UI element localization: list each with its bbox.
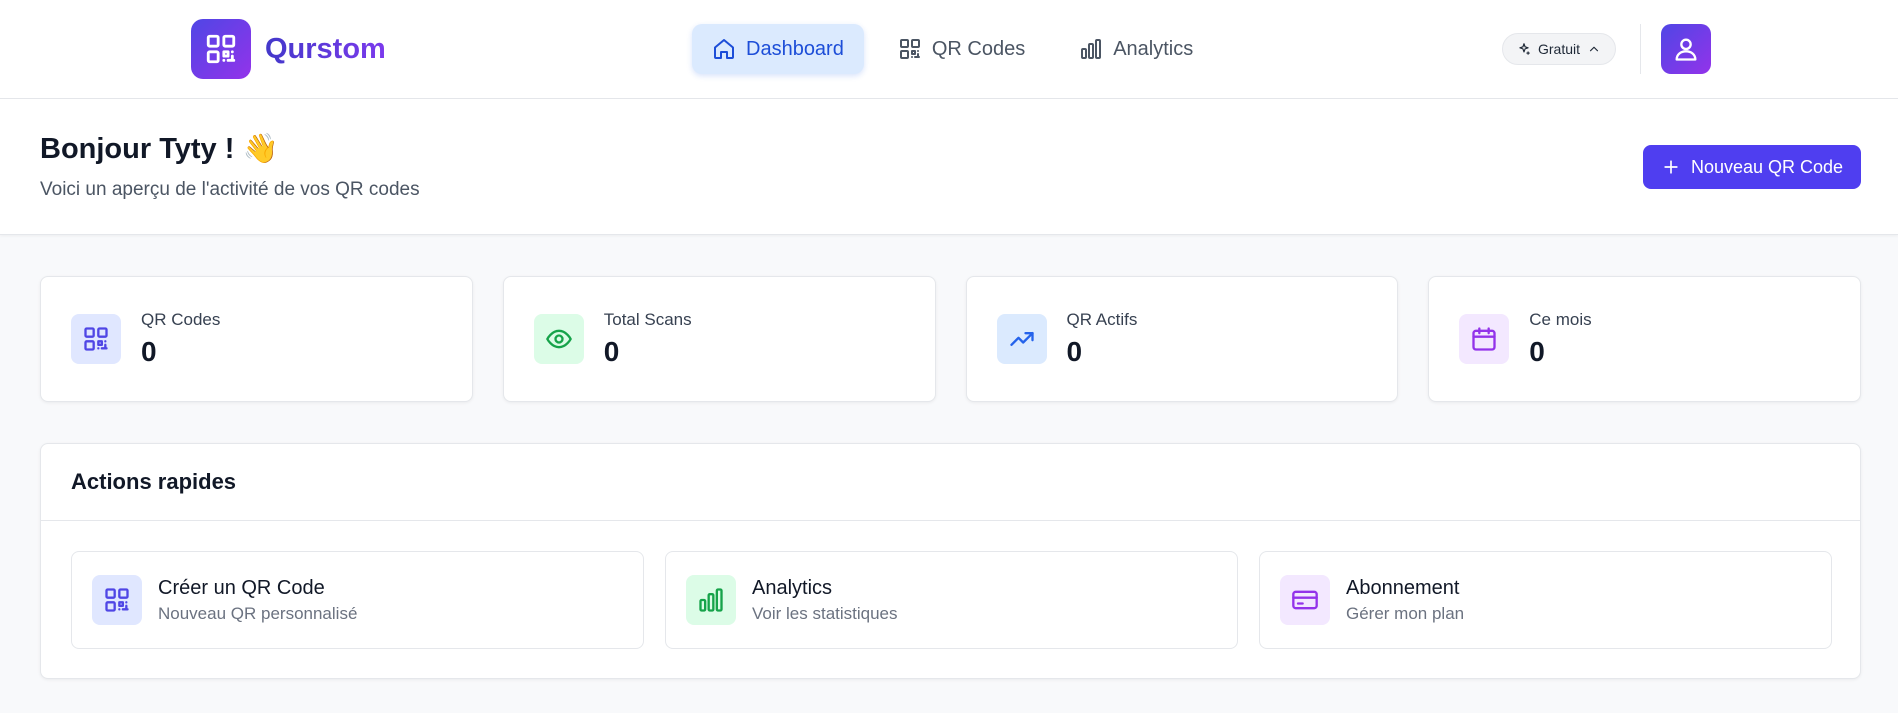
- new-qr-code-label: Nouveau QR Code: [1690, 156, 1844, 177]
- stat-label: QR Actifs: [1066, 310, 1138, 329]
- action-analytics[interactable]: Analytics Voir les statistiques: [665, 551, 1238, 649]
- qr-icon: [899, 39, 920, 59]
- nav-analytics[interactable]: Analytics: [1059, 24, 1213, 74]
- nav-qr-codes[interactable]: QR Codes: [878, 24, 1045, 74]
- nav-dashboard-label: Dashboard: [746, 37, 844, 60]
- stats-row: QR Codes 0 Total Scans 0 QR Actifs 0 Ce …: [40, 276, 1861, 402]
- stat-card-total-scans: Total Scans 0: [502, 276, 936, 402]
- qr-icon: [105, 588, 129, 612]
- quick-actions-panel: Actions rapides Créer un QR Code Nouveau…: [40, 443, 1861, 679]
- stat-value: 0: [1529, 336, 1545, 367]
- action-subtitle: Gérer mon plan: [1346, 603, 1465, 623]
- plan-badge-label: Gratuit: [1538, 41, 1581, 57]
- user-icon: [1675, 38, 1697, 61]
- nav-analytics-label: Analytics: [1113, 37, 1194, 60]
- quick-actions-title: Actions rapides: [41, 444, 1860, 521]
- stat-value: 0: [141, 336, 157, 367]
- bar-chart-icon: [1081, 39, 1102, 59]
- quick-actions-grid: Créer un QR Code Nouveau QR personnalisé…: [71, 551, 1832, 649]
- stat-value: 0: [603, 336, 620, 367]
- action-icon-wrap: [92, 575, 142, 625]
- action-icon-wrap: [1280, 575, 1330, 625]
- sparkles-icon: [1519, 43, 1530, 55]
- credit-card-icon: [1292, 590, 1318, 610]
- calendar-icon: [1472, 327, 1496, 351]
- brand-name: Qurstom: [265, 32, 386, 65]
- home-icon: [714, 39, 734, 59]
- stat-label: Ce mois: [1529, 310, 1592, 329]
- eye-icon: [545, 329, 572, 349]
- main-nav: Dashboard QR Codes Analytics: [692, 24, 1213, 74]
- action-title: Analytics: [752, 576, 833, 599]
- page-header: Bonjour Tyty ! 👋 Voici un aperçu de l'ac…: [0, 99, 1898, 235]
- user-avatar-button[interactable]: [1661, 24, 1711, 74]
- stat-icon-wrap: [1459, 314, 1510, 364]
- qr-icon: [84, 327, 108, 351]
- qr-icon: [206, 34, 236, 64]
- stat-label: Total Scans: [603, 310, 692, 329]
- chevron-up-icon: [1589, 46, 1599, 52]
- stat-icon-wrap: [533, 314, 584, 364]
- action-title: Abonnement: [1346, 576, 1460, 599]
- new-qr-code-button[interactable]: Nouveau QR Code: [1643, 145, 1861, 189]
- bar-chart-icon: [699, 588, 723, 612]
- stat-label: QR Codes: [141, 310, 221, 329]
- action-icon-wrap: [686, 575, 736, 625]
- brand-logo: [191, 19, 251, 79]
- page-subtitle: Voici un aperçu de l'activité de vos QR …: [40, 179, 420, 200]
- page-title: Bonjour Tyty ! 👋: [40, 133, 279, 165]
- nav-divider: [1640, 24, 1641, 74]
- nav-dashboard[interactable]: Dashboard: [692, 24, 864, 74]
- trending-up-icon: [1009, 332, 1034, 346]
- stat-card-ce-mois: Ce mois 0: [1428, 276, 1861, 402]
- top-navbar: Qurstom Dashboard QR Codes Analytics Gra…: [0, 0, 1898, 99]
- action-subtitle: Nouveau QR personnalisé: [158, 603, 358, 623]
- action-abonnement[interactable]: Abonnement Gérer mon plan: [1259, 551, 1832, 649]
- stat-icon-wrap: [996, 314, 1047, 364]
- stat-value: 0: [1066, 336, 1083, 367]
- brand-link[interactable]: Qurstom: [191, 19, 386, 79]
- action-title: Créer un QR Code: [158, 576, 325, 599]
- stat-icon-wrap: [71, 314, 121, 364]
- nav-qr-codes-label: QR Codes: [931, 37, 1026, 60]
- action-create-qr-code[interactable]: Créer un QR Code Nouveau QR personnalisé: [71, 551, 644, 649]
- stat-card-qr-actifs: QR Actifs 0: [965, 276, 1399, 402]
- stat-card-qr-codes: QR Codes 0: [40, 276, 473, 402]
- plus-icon: [1664, 160, 1678, 174]
- action-subtitle: Voir les statistiques: [752, 603, 898, 623]
- plan-badge[interactable]: Gratuit: [1502, 33, 1617, 65]
